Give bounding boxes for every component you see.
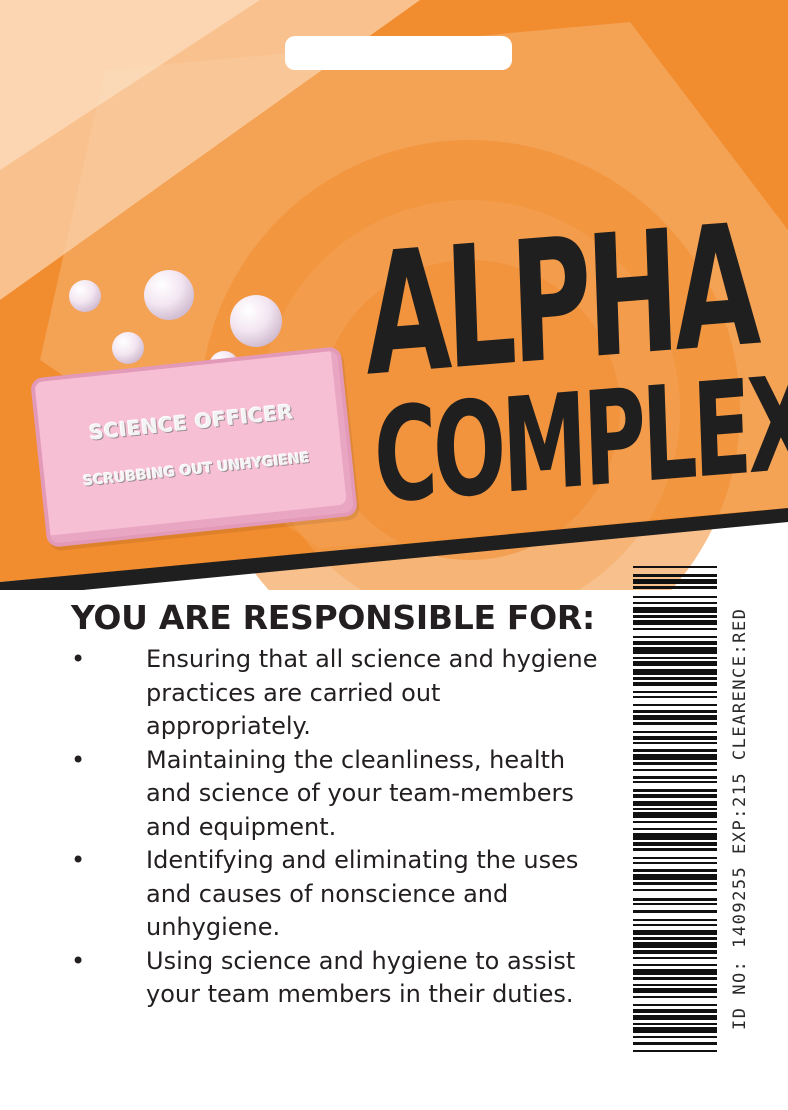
barcode-bar [633, 574, 717, 577]
barcode-bar [633, 988, 717, 993]
barcode-icon [633, 566, 717, 1052]
barcode-bar [633, 903, 717, 905]
barcode-bar [633, 641, 717, 645]
barcode-bar [633, 821, 717, 823]
barcode-bar [633, 696, 717, 698]
barcode-bar [633, 930, 717, 935]
barcode-bar [633, 898, 717, 901]
barcode-bar [633, 833, 717, 840]
barcode-bar [633, 789, 717, 792]
barcode-bar [633, 636, 717, 638]
barcode-bar [633, 848, 717, 851]
barcode-bar [633, 677, 717, 680]
barcode-bar [633, 984, 717, 986]
barcode-bar [633, 996, 717, 998]
barcode-bar [633, 969, 717, 975]
barcode-bar [633, 749, 717, 752]
barcode-bar [633, 964, 717, 966]
barcode-bar [633, 828, 717, 830]
barcode-bar [633, 808, 717, 810]
barcode-bar [633, 691, 717, 693]
barcode-bar [633, 869, 717, 872]
barcode-bar [633, 812, 717, 818]
barcode-bar [633, 736, 717, 740]
barcode-bar [633, 977, 717, 980]
barcode-bar [633, 722, 717, 725]
barcode-bar [633, 704, 717, 706]
barcode-bar [633, 889, 717, 891]
barcode-bar [633, 1023, 717, 1025]
id-badge: ALPHA COMPLEX SCIENCE OFFICER SCRUBBING … [0, 0, 788, 1110]
barcode-bar [633, 1027, 717, 1033]
barcode-bar [633, 857, 717, 859]
barcode-bar [633, 647, 717, 654]
barcode-bar [633, 602, 717, 604]
barcode-bar [633, 615, 717, 618]
barcode-bar [633, 924, 717, 926]
barcode-bar [633, 781, 717, 783]
barcode-bar [633, 731, 717, 733]
barcode-bar [633, 607, 717, 613]
barcode-bar [633, 1015, 717, 1020]
barcode-bar [633, 742, 717, 744]
barcode-bar [633, 937, 717, 940]
barcode-bar [633, 628, 717, 630]
barcode-bar [633, 1036, 717, 1038]
barcode-bar [633, 957, 717, 959]
barcode-bar [633, 715, 717, 720]
barcode-bar [633, 862, 717, 864]
barcode-bar [633, 1050, 717, 1052]
barcode-bar [633, 842, 717, 846]
barcode-bar [633, 1004, 717, 1006]
barcode-bar [633, 579, 717, 584]
barcode-bar [633, 874, 717, 880]
barcode-bar [633, 882, 717, 885]
barcode-bar [633, 596, 717, 598]
barcode-bar [633, 801, 717, 806]
barcode-bar [633, 566, 717, 568]
barcode-bar [633, 942, 717, 948]
barcode-bar [633, 682, 717, 686]
barcode-bar [633, 586, 717, 589]
barcode-bar [633, 710, 717, 713]
barcode-bar [633, 620, 717, 625]
barcode-bar [633, 1009, 717, 1013]
barcode-bar [633, 657, 717, 659]
barcode-bar [633, 919, 717, 921]
barcode-bar [633, 661, 717, 666]
barcode-bar [633, 769, 717, 771]
barcode-bar [633, 910, 717, 913]
barcode-bar [633, 776, 717, 779]
barcode-bar [633, 950, 717, 954]
barcode-bar [633, 669, 717, 675]
barcode-bar [633, 794, 717, 798]
barcode-bar [633, 762, 717, 765]
id-number-text: ID NO: 1409255 EXP:215 CLEARENCE:RED [730, 607, 750, 1030]
barcode-bar [633, 754, 717, 760]
barcode-bar [633, 1042, 717, 1045]
